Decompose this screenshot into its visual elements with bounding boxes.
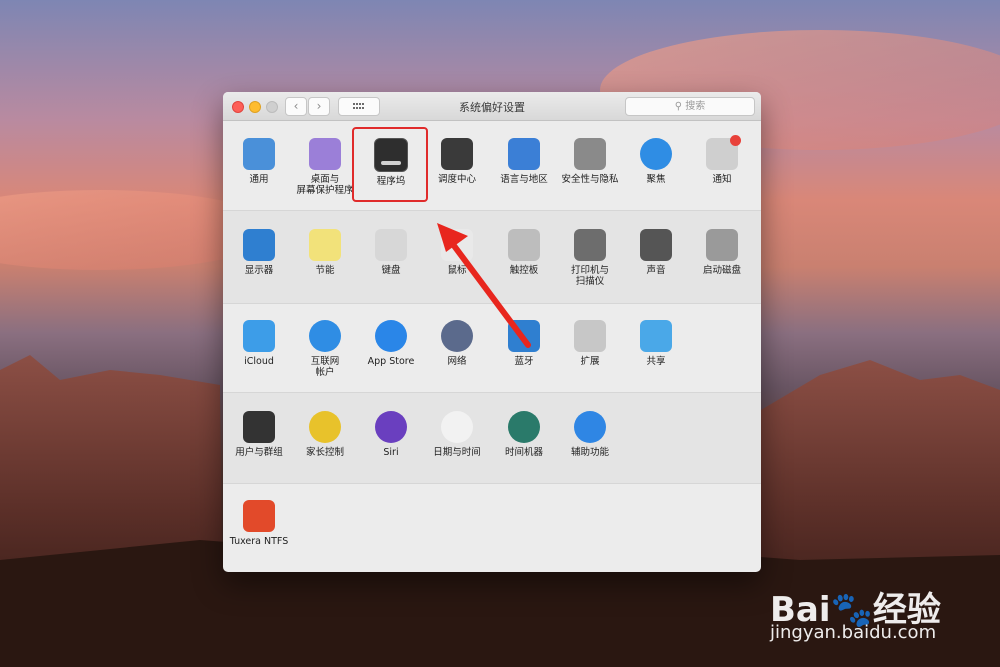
red-arrow [437, 223, 531, 348]
watermark-url: jingyan.baidu.com [770, 622, 937, 643]
